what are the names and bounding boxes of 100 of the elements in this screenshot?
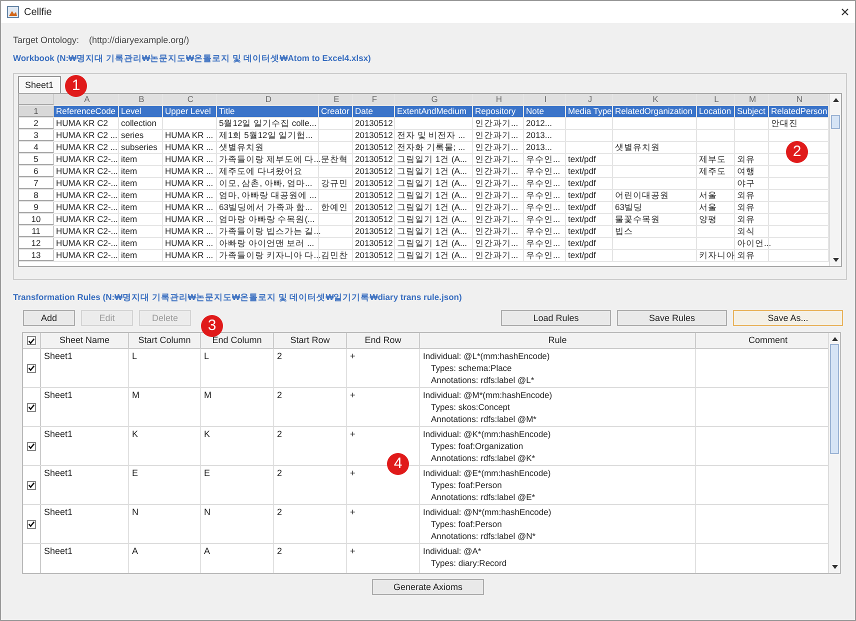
table-cell: text/pdf xyxy=(566,166,613,177)
table-cell: HUMA KR C2 xyxy=(54,118,119,129)
table-cell: 그림일기 1건 (A... xyxy=(395,166,473,177)
column-letter: I xyxy=(524,94,566,105)
table-cell: 20130512 xyxy=(353,130,395,141)
scroll-down-icon[interactable] xyxy=(830,564,838,570)
column-letter: J xyxy=(566,94,613,105)
corner-cell[interactable] xyxy=(19,94,54,105)
table-cell-text: L xyxy=(204,351,210,361)
table-cell-text: + xyxy=(350,546,356,556)
table-cell: 인간과기... xyxy=(473,166,524,177)
table-cell: HUMA KR ... xyxy=(163,250,217,261)
table-cell-text: 2 xyxy=(277,429,284,439)
table-cell: 키자니아 xyxy=(697,250,735,261)
table-cell: 우수인... xyxy=(524,166,566,177)
table-cell: 인간과기... xyxy=(473,118,524,129)
table-cell-text: + xyxy=(350,468,356,478)
table-cell: 그림일기 1건 (A... xyxy=(395,226,473,237)
table-cell: 엄마, 아빠랑 대공원에 ... xyxy=(217,190,319,201)
row-number: 10 xyxy=(19,214,54,225)
table-cell: 아이언... xyxy=(735,238,769,249)
scroll-down-icon[interactable] xyxy=(832,257,840,263)
column-header[interactable]: Start Row xyxy=(274,333,347,348)
table-cell: item xyxy=(119,166,163,177)
rule-line: Annotations: rdfs:label @N* xyxy=(430,531,537,542)
table-cell: 그림일기 1건 (A... xyxy=(395,178,473,189)
scroll-up-icon[interactable] xyxy=(830,336,838,342)
scrollbar[interactable] xyxy=(829,94,841,266)
table-cell: 아빠랑 아이언맨 보러 ... xyxy=(217,238,319,249)
table-cell-text: + xyxy=(350,351,356,361)
checkbox[interactable] xyxy=(27,336,36,345)
rule-line: Annotations: rdfs:label @M* xyxy=(430,414,538,425)
scroll-thumb[interactable] xyxy=(830,344,839,454)
table-cell: HUMA KR C2-... xyxy=(54,178,119,189)
rule-line: Individual: @K*(mm:hashEncode) xyxy=(423,429,552,440)
table-cell: 그림일기 1건 (A... xyxy=(395,214,473,225)
table-cell: 2012... xyxy=(524,118,566,129)
table-cell-text: L xyxy=(132,351,138,361)
table-cell: 물꽃수목원 xyxy=(613,214,697,225)
callout-badge: 1 xyxy=(65,75,87,97)
header-cell: Level xyxy=(119,106,163,117)
scrollbar[interactable] xyxy=(828,333,840,573)
column-header[interactable]: End Row xyxy=(347,333,420,348)
table-cell: text/pdf xyxy=(566,250,613,261)
generate-axioms-button[interactable]: Generate Axioms xyxy=(372,579,484,595)
checkbox[interactable] xyxy=(27,520,36,528)
column-letter: D xyxy=(217,94,319,105)
app-icon xyxy=(7,6,19,18)
column-header[interactable]: Start Column xyxy=(129,333,201,348)
table-cell: HUMA KR ... xyxy=(163,190,217,201)
table-cell: 제주도 xyxy=(697,166,735,177)
table-cell: 그림일기 1건 (A... xyxy=(395,250,473,261)
row-number: 4 xyxy=(19,142,54,153)
checkbox[interactable] xyxy=(27,480,36,490)
checkbox[interactable] xyxy=(27,364,36,372)
row-number: 11 xyxy=(19,226,54,237)
table-cell: 63빌딩에서 가족과 함... xyxy=(217,202,319,213)
toolbar-button[interactable]: Save Rules xyxy=(617,310,727,326)
toolbar-button[interactable]: Load Rules xyxy=(501,310,611,326)
table-cell: 20130512 xyxy=(353,250,395,261)
table-cell: item xyxy=(119,214,163,225)
table-cell-text: Sheet1 xyxy=(44,468,74,478)
table-cell: 그림일기 1건 (A... xyxy=(395,238,473,249)
scroll-up-icon[interactable] xyxy=(832,97,840,103)
column-header[interactable]: Rule xyxy=(420,333,696,348)
column-letter: C xyxy=(163,94,217,105)
close-icon[interactable] xyxy=(841,8,849,16)
row-number: 8 xyxy=(19,190,54,201)
rule-line: Annotations: rdfs:label @K* xyxy=(430,453,536,464)
table-cell: text/pdf xyxy=(566,154,613,165)
table-cell: 외유 xyxy=(735,154,769,165)
table-cell: HUMA KR C2-... xyxy=(54,166,119,177)
table-cell: 서울 xyxy=(697,202,735,213)
table-cell: 샛별유치원 xyxy=(217,142,319,153)
table-cell: HUMA KR C2-... xyxy=(54,202,119,213)
section-title: Transformation Rules (N:₩명지대 기록관리₩논문지도₩온톨로지 및 데이터셋₩일기기록₩diary trans rule.json) xyxy=(12,291,463,304)
table-cell-text: + xyxy=(350,390,356,400)
rule-line: Types: skos:Concept xyxy=(430,402,511,413)
column-letter: M xyxy=(735,94,769,105)
table-cell-text: E xyxy=(132,468,140,478)
table-cell-text: 2 xyxy=(277,351,284,361)
header-cell: ExtentAndMedium xyxy=(395,106,473,117)
sheet-tab[interactable]: Sheet1 xyxy=(18,76,61,93)
column-letter: F xyxy=(353,94,395,105)
row-number: 3 xyxy=(19,130,54,141)
table-cell-text: + xyxy=(350,507,356,517)
table-cell: 제주도에 다녀왔어요 xyxy=(217,166,319,177)
checkbox[interactable] xyxy=(27,402,36,412)
checkbox[interactable] xyxy=(27,442,36,450)
table-cell: 우수인... xyxy=(524,154,566,165)
table-cell: item xyxy=(119,238,163,249)
rule-line: Individual: @E*(mm:hashEncode) xyxy=(423,468,552,479)
row-number: 7 xyxy=(19,178,54,189)
column-header[interactable]: Sheet Name xyxy=(41,333,129,348)
scroll-thumb[interactable] xyxy=(831,115,840,129)
table-cell: 우수인... xyxy=(524,190,566,201)
toolbar-button[interactable]: Add xyxy=(23,310,75,326)
header-cell: Repository xyxy=(473,106,524,117)
toolbar-button[interactable]: Save As... xyxy=(733,310,843,326)
header-cell: Location xyxy=(697,106,735,117)
